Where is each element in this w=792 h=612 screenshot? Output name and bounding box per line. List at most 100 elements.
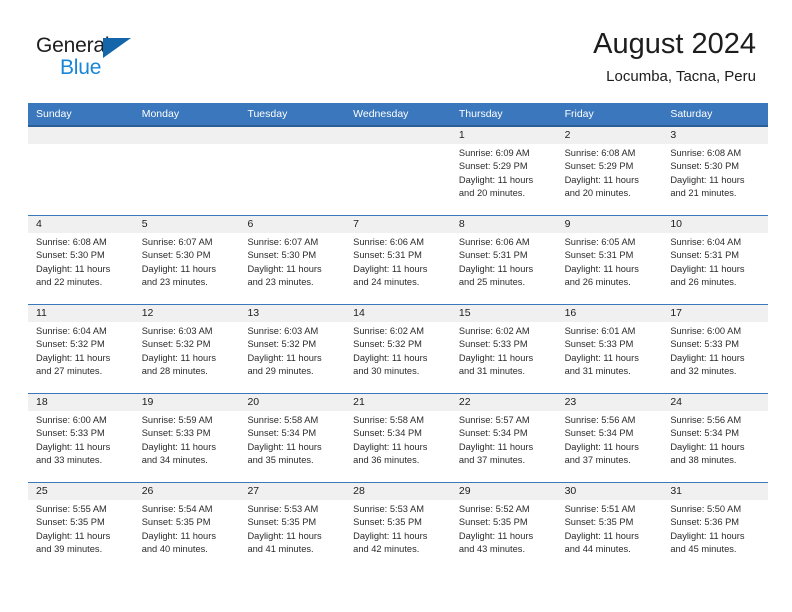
day-number[interactable]: 1 xyxy=(451,127,557,144)
day-number[interactable]: 31 xyxy=(662,483,768,500)
daylight-text-line1: Daylight: 11 hours xyxy=(564,530,639,541)
day-number[interactable]: 23 xyxy=(557,394,663,411)
day-number[interactable]: 8 xyxy=(451,216,557,233)
daylight-text-line1: Daylight: 11 hours xyxy=(564,174,639,185)
day-cell[interactable]: Sunrise: 6:06 AM Sunset: 5:31 PM Daylight:… xyxy=(345,233,451,290)
daylight-text-line2: and 28 minutes. xyxy=(141,366,208,377)
day-number[interactable]: 17 xyxy=(662,305,768,322)
day-cell[interactable]: Sunrise: 5:59 AM Sunset: 5:33 PM Daylight:… xyxy=(134,411,240,468)
sunset-text: Sunset: 5:34 PM xyxy=(564,428,634,439)
day-cell[interactable]: Sunrise: 5:58 AM Sunset: 5:34 PM Daylight:… xyxy=(345,411,451,468)
sunrise-text: Sunrise: 6:08 AM xyxy=(670,148,742,158)
daylight-text-line1: Daylight: 11 hours xyxy=(247,263,322,274)
daylight-text-line2: and 35 minutes. xyxy=(247,455,314,466)
day-cell[interactable]: Sunrise: 5:56 AM Sunset: 5:34 PM Daylight:… xyxy=(557,411,663,468)
day-cell[interactable]: Sunrise: 5:57 AM Sunset: 5:34 PM Daylight:… xyxy=(451,411,557,468)
day-cell[interactable]: Sunrise: 6:07 AM Sunset: 5:30 PM Daylight:… xyxy=(239,233,345,290)
day-cell[interactable]: Sunrise: 6:05 AM Sunset: 5:31 PM Daylight:… xyxy=(557,233,663,290)
sunset-text: Sunset: 5:33 PM xyxy=(36,428,105,439)
daylight-text-line2: and 38 minutes. xyxy=(670,455,737,466)
day-cell[interactable]: Sunrise: 6:02 AM Sunset: 5:33 PM Daylight:… xyxy=(451,322,557,379)
sunset-text: Sunset: 5:31 PM xyxy=(353,250,422,261)
sunrise-text: Sunrise: 6:00 AM xyxy=(36,415,107,425)
daylight-text-line1: Daylight: 11 hours xyxy=(564,352,639,363)
day-cell[interactable]: Sunrise: 6:09 AM Sunset: 5:29 PM Daylight:… xyxy=(451,144,557,201)
day-cell[interactable]: Sunrise: 6:07 AM Sunset: 5:30 PM Daylight:… xyxy=(134,233,240,290)
day-cell[interactable]: Sunrise: 6:03 AM Sunset: 5:32 PM Daylight:… xyxy=(239,322,345,379)
day-number[interactable]: 2 xyxy=(557,127,663,144)
day-cell[interactable]: Sunrise: 5:53 AM Sunset: 5:35 PM Daylight:… xyxy=(239,500,345,557)
day-cell[interactable]: Sunrise: 6:08 AM Sunset: 5:30 PM Daylight:… xyxy=(28,233,134,290)
title-block: August 2024 Locumba, Tacna, Peru xyxy=(593,26,756,88)
day-number[interactable]: 30 xyxy=(557,483,663,500)
day-cell[interactable]: Sunrise: 5:55 AM Sunset: 5:35 PM Daylight:… xyxy=(28,500,134,557)
day-number[interactable]: 9 xyxy=(557,216,663,233)
day-number[interactable]: 14 xyxy=(345,305,451,322)
daylight-text-line1: Daylight: 11 hours xyxy=(564,263,639,274)
day-number[interactable]: 18 xyxy=(28,394,134,411)
sunrise-text: Sunrise: 5:51 AM xyxy=(564,504,636,514)
sunset-text: Sunset: 5:30 PM xyxy=(141,250,211,261)
day-cell[interactable]: Sunrise: 5:53 AM Sunset: 5:35 PM Daylight:… xyxy=(345,500,451,557)
sunrise-text: Sunrise: 6:02 AM xyxy=(353,326,424,336)
day-number[interactable]: 16 xyxy=(557,305,663,322)
general-blue-logo[interactable]: General Blue xyxy=(36,34,216,86)
sunset-text: Sunset: 5:30 PM xyxy=(670,161,740,172)
daylight-text-line1: Daylight: 11 hours xyxy=(141,263,216,274)
day-number[interactable]: 3 xyxy=(662,127,768,144)
daylight-text-line1: Daylight: 11 hours xyxy=(353,263,428,274)
day-number[interactable]: 28 xyxy=(345,483,451,500)
day-number[interactable]: 26 xyxy=(134,483,240,500)
day-number[interactable]: 6 xyxy=(239,216,345,233)
day-cell[interactable]: Sunrise: 6:03 AM Sunset: 5:32 PM Daylight:… xyxy=(134,322,240,379)
day-cell[interactable]: Sunrise: 5:54 AM Sunset: 5:35 PM Daylight:… xyxy=(134,500,240,557)
sunrise-text: Sunrise: 6:09 AM xyxy=(458,148,530,158)
daylight-text-line1: Daylight: 11 hours xyxy=(458,263,534,274)
day-number[interactable]: 29 xyxy=(451,483,557,500)
daylight-text-line2: and 26 minutes. xyxy=(670,277,737,288)
day-cell[interactable]: Sunrise: 6:02 AM Sunset: 5:32 PM Daylight:… xyxy=(345,322,451,379)
daylight-text-line2: and 44 minutes. xyxy=(564,544,631,555)
day-number[interactable]: 15 xyxy=(451,305,557,322)
day-cell[interactable]: Sunrise: 6:06 AM Sunset: 5:31 PM Daylight:… xyxy=(451,233,557,290)
day-cell[interactable]: Sunrise: 6:08 AM Sunset: 5:29 PM Daylight:… xyxy=(557,144,663,201)
day-cell[interactable]: Sunrise: 5:56 AM Sunset: 5:34 PM Daylight:… xyxy=(662,411,768,468)
day-cell[interactable]: Sunrise: 5:52 AM Sunset: 5:35 PM Daylight:… xyxy=(451,500,557,557)
day-number[interactable]: 11 xyxy=(28,305,134,322)
daylight-text-line1: Daylight: 11 hours xyxy=(670,263,745,274)
day-cell[interactable]: Sunrise: 6:04 AM Sunset: 5:32 PM Daylight:… xyxy=(28,322,134,379)
daylight-text-line2: and 30 minutes. xyxy=(353,366,420,377)
day-cell-empty xyxy=(28,144,134,201)
sunrise-text: Sunrise: 5:53 AM xyxy=(353,504,424,514)
weekday-header-friday: Friday xyxy=(564,108,594,120)
sunset-text: Sunset: 5:32 PM xyxy=(36,339,105,350)
day-cell[interactable]: Sunrise: 6:04 AM Sunset: 5:31 PM Daylight:… xyxy=(662,233,768,290)
day-number[interactable]: 4 xyxy=(28,216,134,233)
day-number[interactable]: 27 xyxy=(239,483,345,500)
day-number[interactable]: 7 xyxy=(345,216,451,233)
day-cell[interactable]: Sunrise: 5:51 AM Sunset: 5:35 PM Daylight:… xyxy=(557,500,663,557)
day-number[interactable]: 10 xyxy=(662,216,768,233)
day-cell[interactable]: Sunrise: 5:50 AM Sunset: 5:36 PM Daylight:… xyxy=(662,500,768,557)
daylight-text-line1: Daylight: 11 hours xyxy=(36,263,111,274)
day-number[interactable]: 5 xyxy=(134,216,240,233)
day-number[interactable]: 12 xyxy=(134,305,240,322)
day-number[interactable]: 22 xyxy=(451,394,557,411)
sunset-text: Sunset: 5:29 PM xyxy=(564,161,634,172)
day-number[interactable]: 25 xyxy=(28,483,134,500)
day-number[interactable]: 13 xyxy=(239,305,345,322)
sunset-text: Sunset: 5:30 PM xyxy=(247,250,317,261)
weekday-header-tuesday: Tuesday xyxy=(247,108,288,120)
day-cell[interactable]: Sunrise: 6:00 AM Sunset: 5:33 PM Daylight:… xyxy=(662,322,768,379)
day-cell[interactable]: Sunrise: 5:58 AM Sunset: 5:34 PM Daylight:… xyxy=(239,411,345,468)
day-number[interactable]: 21 xyxy=(345,394,451,411)
daylight-text-line2: and 33 minutes. xyxy=(36,455,103,466)
day-cell[interactable]: Sunrise: 6:01 AM Sunset: 5:33 PM Daylight:… xyxy=(557,322,663,379)
day-number[interactable]: 24 xyxy=(662,394,768,411)
daylight-text-line1: Daylight: 11 hours xyxy=(670,352,745,363)
day-number[interactable]: 20 xyxy=(239,394,345,411)
day-number[interactable]: 19 xyxy=(134,394,240,411)
day-cell[interactable]: Sunrise: 6:08 AM Sunset: 5:30 PM Daylight:… xyxy=(662,144,768,201)
day-detail-band: Sunrise: 6:08 AM Sunset: 5:30 PM Daylight:… xyxy=(28,233,768,290)
day-cell[interactable]: Sunrise: 6:00 AM Sunset: 5:33 PM Daylight:… xyxy=(28,411,134,468)
